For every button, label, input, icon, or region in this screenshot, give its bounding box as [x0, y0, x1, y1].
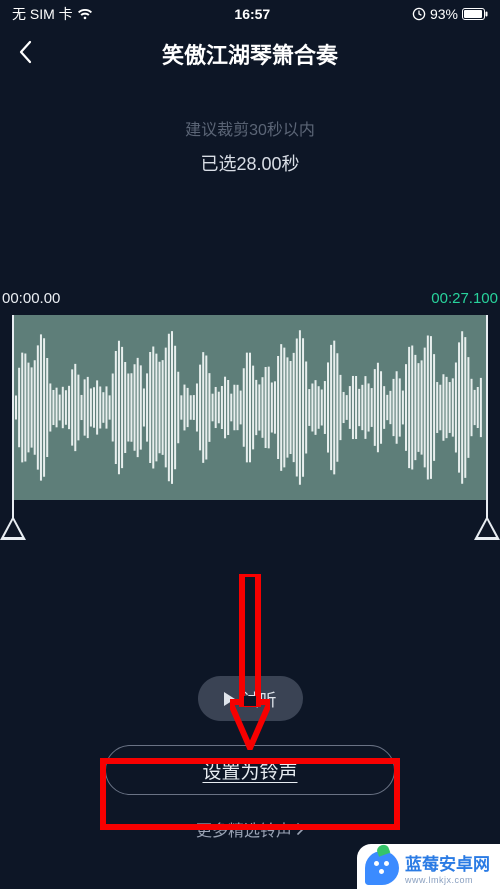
play-icon: [224, 692, 235, 706]
battery-icon: [462, 8, 488, 20]
bottom-controls: 试听 设置为铃声 更多精选铃声: [0, 676, 500, 841]
watermark-url: www.lmkjx.com: [405, 875, 490, 885]
blueberry-logo-icon: [365, 851, 399, 885]
waveform-editor: 00:00.00 00:27.100 placeholder: [0, 290, 500, 550]
nav-bar: 笑傲江湖琴箫合奏: [0, 28, 500, 80]
rotation-lock-icon: [412, 7, 426, 21]
set-ringtone-button[interactable]: 设置为铃声: [105, 745, 395, 795]
waveform-canvas: placeholder: [12, 315, 488, 500]
wifi-icon: [77, 8, 93, 20]
trim-line-right: [486, 315, 488, 540]
battery-percent: 93%: [430, 6, 458, 22]
status-time: 16:57: [234, 6, 270, 22]
set-ringtone-label: 设置为铃声: [202, 757, 297, 784]
chevron-right-icon: [296, 823, 304, 835]
trim-handle-left[interactable]: [0, 516, 26, 540]
preview-button[interactable]: 试听: [198, 676, 303, 721]
watermark-name: 蓝莓安卓网: [405, 855, 490, 874]
selected-duration-text: 已选28.00秒: [0, 150, 500, 176]
back-button[interactable]: [18, 40, 32, 69]
carrier-text: 无 SIM 卡: [12, 4, 73, 24]
status-bar: 无 SIM 卡 16:57 93%: [0, 0, 500, 28]
waveform-track[interactable]: placeholder: [0, 315, 500, 500]
preview-label: 试听: [243, 686, 277, 711]
hint-block: 建议裁剪30秒以内 已选28.00秒: [0, 116, 500, 176]
trim-line-left: [12, 315, 14, 540]
crop-suggestion-text: 建议裁剪30秒以内: [0, 116, 500, 140]
end-time-label: 00:27.100: [431, 290, 498, 307]
trim-handle-right[interactable]: [474, 516, 500, 540]
status-left: 无 SIM 卡: [12, 4, 93, 24]
status-right: 93%: [412, 6, 488, 22]
start-time-label: 00:00.00: [2, 290, 60, 307]
page-title: 笑傲江湖琴箫合奏: [0, 38, 500, 70]
more-ringtones-label: 更多精选铃声: [196, 817, 292, 841]
chevron-left-icon: [18, 40, 32, 64]
watermark-badge: 蓝莓安卓网 www.lmkjx.com: [357, 844, 500, 889]
more-ringtones-link[interactable]: 更多精选铃声: [196, 817, 304, 841]
waveform-icon: placeholder: [12, 315, 488, 500]
